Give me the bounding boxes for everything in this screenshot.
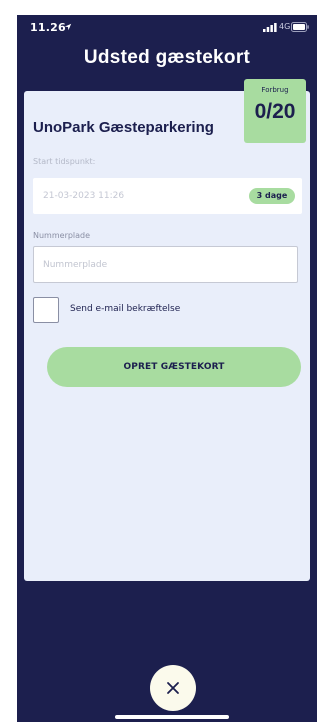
status-bar: 11.26 4G bbox=[17, 15, 317, 39]
page-title: Udsted gæstekort bbox=[83, 47, 251, 68]
license-plate-input[interactable] bbox=[33, 246, 298, 283]
app-screen: 11.26 4G Udsted gæstekort UnoPark Gæstep… bbox=[17, 15, 317, 722]
network-label: 4G bbox=[279, 22, 291, 31]
email-confirmation-checkbox[interactable] bbox=[33, 297, 59, 323]
home-indicator bbox=[115, 715, 229, 719]
start-time-label: Start tidspunkt: bbox=[33, 157, 96, 166]
start-time-value: 21-03-2023 11:26 bbox=[43, 191, 125, 201]
status-time: 11.26 bbox=[30, 21, 66, 34]
usage-label: Forbrug bbox=[261, 86, 289, 94]
duration-badge[interactable]: 3 dage bbox=[249, 188, 295, 204]
usage-value: 0/20 bbox=[254, 100, 296, 123]
create-guest-card-button[interactable]: OPRET GÆSTEKORT bbox=[47, 347, 301, 387]
email-confirmation-label[interactable]: Send e-mail bekræftelse bbox=[70, 304, 180, 314]
license-plate-label: Nummerplade bbox=[33, 231, 91, 240]
close-button[interactable] bbox=[150, 665, 196, 711]
start-time-field[interactable]: 21-03-2023 11:26 3 dage bbox=[33, 178, 302, 214]
battery-icon bbox=[291, 22, 309, 32]
close-icon bbox=[167, 682, 179, 694]
signal-icon bbox=[263, 23, 277, 32]
usage-badge: Forbrug 0/20 bbox=[244, 79, 306, 143]
location-arrow-icon bbox=[64, 23, 72, 31]
card-title: UnoPark Gæsteparkering bbox=[33, 119, 214, 136]
guest-card-form: UnoPark Gæsteparkering Forbrug 0/20 Star… bbox=[24, 79, 310, 581]
